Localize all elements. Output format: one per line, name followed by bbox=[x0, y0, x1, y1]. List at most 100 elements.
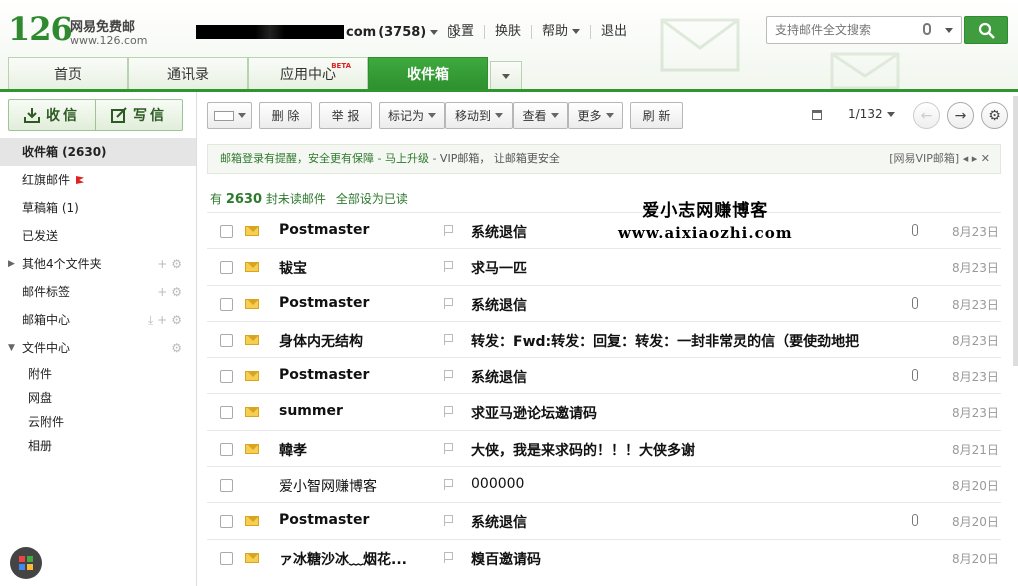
vip-label[interactable]: [网易VIP邮箱] bbox=[889, 152, 959, 165]
mail-sender[interactable]: summer bbox=[279, 403, 343, 419]
mail-subject[interactable]: 大侠，我是来求码的！！！大侠多谢 bbox=[471, 440, 877, 460]
mail-sender[interactable]: Postmaster bbox=[279, 295, 369, 311]
pager-select[interactable]: 1/132 bbox=[848, 107, 895, 121]
expand-down-icon[interactable]: ▼ bbox=[8, 334, 15, 362]
mail-subject[interactable]: 系统退信 bbox=[471, 512, 877, 532]
mail-sender[interactable]: 韨宝 bbox=[279, 258, 307, 278]
mail-row[interactable]: Postmaster 系统退信 8月23日 bbox=[207, 284, 1001, 321]
upgrade-link[interactable]: - 马上升级 bbox=[374, 152, 428, 165]
row-checkbox[interactable] bbox=[220, 479, 233, 493]
tab-app-center[interactable]: 应用中心 BETA bbox=[248, 57, 368, 90]
search-button[interactable] bbox=[964, 16, 1008, 44]
mail-row[interactable]: 韨宝 求马一匹 8月23日 bbox=[207, 248, 1001, 284]
file-center-settings[interactable]: ⚙ bbox=[171, 334, 186, 362]
receive-button[interactable]: 收信 bbox=[9, 100, 95, 130]
mail-subject[interactable]: 000000 bbox=[471, 476, 877, 492]
mail-row[interactable]: 身体内无结构 转发：Fwd:转发：回复：转发：一封非常灵的信（要使劲地把 8月23日 bbox=[207, 320, 1001, 357]
folder-file-center[interactable]: ▼ 文件中心 ⚙ bbox=[0, 334, 196, 362]
row-checkbox[interactable] bbox=[220, 370, 233, 384]
mail-subject[interactable]: 求亚马逊论坛邀请码 bbox=[471, 403, 877, 423]
mail-sender[interactable]: 韓孝 bbox=[279, 440, 307, 460]
mail-sender[interactable]: Postmaster bbox=[279, 512, 369, 528]
folder-other[interactable]: ▶ 其他4个文件夹 +⚙ bbox=[0, 250, 196, 278]
row-checkbox[interactable] bbox=[220, 225, 233, 238]
app-launcher-button[interactable] bbox=[10, 547, 42, 579]
folder-tags[interactable]: 邮件标签 +⚙ bbox=[0, 278, 196, 306]
flag-icon[interactable] bbox=[444, 406, 453, 418]
notice-link[interactable]: 邮箱登录有提醒，安全更有保障 bbox=[220, 152, 374, 165]
row-checkbox[interactable] bbox=[220, 297, 233, 311]
select-all-checkbox[interactable] bbox=[207, 102, 252, 129]
microphone-icon[interactable] bbox=[923, 23, 931, 35]
mail-subject[interactable]: 求马一匹 bbox=[471, 258, 877, 278]
flag-icon[interactable] bbox=[444, 370, 453, 382]
mail-row[interactable]: 韓孝 大侠，我是来求码的！！！大侠多谢 8月21日 bbox=[207, 429, 1001, 466]
flag-icon[interactable] bbox=[444, 297, 453, 309]
tab-contacts[interactable]: 通讯录 bbox=[128, 57, 248, 90]
center-actions[interactable]: ⤓+⚙ bbox=[148, 306, 186, 334]
write-button[interactable]: 写信 bbox=[95, 100, 182, 130]
folder-mail-center[interactable]: 邮箱中心 ⤓+⚙ bbox=[0, 306, 196, 334]
mail-sender[interactable]: 身体内无结构 bbox=[279, 331, 363, 351]
tag-actions[interactable]: +⚙ bbox=[157, 278, 186, 306]
mail-sender[interactable]: Postmaster bbox=[279, 367, 369, 383]
mail-subject[interactable]: 系统退信 bbox=[471, 367, 877, 387]
tab-more-button[interactable] bbox=[490, 61, 522, 90]
mail-row[interactable]: ァ冰糖沙冰﹏烟花... 糗百邀请码 8月20日 bbox=[207, 538, 1001, 575]
row-checkbox[interactable] bbox=[220, 333, 233, 347]
mail-subject[interactable]: 系统退信 bbox=[471, 295, 877, 315]
expand-right-icon[interactable]: ▶ bbox=[8, 250, 15, 278]
flag-icon[interactable] bbox=[444, 551, 453, 563]
search-input[interactable] bbox=[775, 22, 915, 38]
file-albums[interactable]: 相册 bbox=[0, 434, 196, 458]
folder-drafts[interactable]: 草稿箱 (1) bbox=[0, 194, 196, 222]
account-menu[interactable]: com (3758) bbox=[196, 22, 457, 42]
mail-row[interactable]: Postmaster 系统退信 8月23日 bbox=[207, 212, 1001, 248]
row-checkbox[interactable] bbox=[220, 551, 233, 565]
row-checkbox[interactable] bbox=[220, 261, 233, 275]
next-notice-icon[interactable]: ▸ bbox=[972, 152, 981, 165]
logout-link[interactable]: 退出 bbox=[590, 25, 637, 39]
flag-icon[interactable] bbox=[444, 261, 453, 273]
mail-row[interactable]: 爱小智网赚博客 000000 8月20日 bbox=[207, 466, 1001, 502]
mail-row[interactable]: Postmaster 系统退信 8月20日 bbox=[207, 502, 1001, 538]
calendar-icon[interactable] bbox=[812, 110, 822, 120]
flag-icon[interactable] bbox=[444, 225, 453, 236]
mail-subject[interactable]: 糗百邀请码 bbox=[471, 549, 877, 569]
mark-as-button[interactable]: 标记为 bbox=[379, 102, 445, 129]
next-page-button[interactable]: → bbox=[947, 102, 974, 129]
file-attachments[interactable]: 附件 bbox=[0, 362, 196, 386]
view-button[interactable]: 查看 bbox=[513, 102, 568, 129]
mail-row[interactable]: summer 求亚马逊论坛邀请码 8月23日 bbox=[207, 393, 1001, 429]
row-checkbox[interactable] bbox=[220, 406, 233, 420]
flag-icon[interactable] bbox=[444, 515, 453, 527]
mail-subject[interactable]: 转发：Fwd:转发：回复：转发：一封非常灵的信（要使劲地把 bbox=[471, 331, 877, 351]
refresh-button[interactable]: 刷 新 bbox=[630, 102, 683, 129]
move-to-button[interactable]: 移动到 bbox=[445, 102, 513, 129]
flag-icon[interactable] bbox=[444, 442, 453, 454]
scrollbar[interactable] bbox=[1013, 96, 1018, 366]
settings-button[interactable]: ⚙ bbox=[981, 102, 1008, 129]
prev-page-button[interactable]: ← bbox=[913, 102, 940, 129]
row-checkbox[interactable] bbox=[220, 515, 233, 529]
chevron-down-icon[interactable] bbox=[945, 28, 953, 33]
prev-notice-icon[interactable]: ◂ bbox=[959, 152, 972, 165]
mail-sender[interactable]: Postmaster bbox=[279, 222, 369, 238]
mail-sender[interactable]: ァ冰糖沙冰﹏烟花... bbox=[279, 549, 407, 569]
flag-icon[interactable] bbox=[444, 333, 453, 345]
delete-button[interactable]: 删 除 bbox=[259, 102, 312, 129]
skin-link[interactable]: 换肤 bbox=[484, 25, 531, 39]
tab-home[interactable]: 首页 bbox=[8, 57, 128, 90]
mail-sender[interactable]: 爱小智网赚博客 bbox=[279, 476, 377, 496]
tab-inbox[interactable]: 收件箱 bbox=[368, 57, 488, 90]
folder-flagged[interactable]: 红旗邮件 bbox=[0, 166, 196, 194]
report-button[interactable]: 举 报 bbox=[319, 102, 372, 129]
folder-actions[interactable]: +⚙ bbox=[157, 250, 186, 278]
settings-link[interactable]: 设置 bbox=[434, 25, 484, 39]
mark-all-read-link[interactable]: 全部设为已读 bbox=[336, 192, 408, 206]
folder-inbox[interactable]: 收件箱 (2630) bbox=[0, 138, 196, 166]
more-button[interactable]: 更多 bbox=[568, 102, 623, 129]
folder-sent[interactable]: 已发送 bbox=[0, 222, 196, 250]
mail-row[interactable]: Postmaster 系统退信 8月23日 bbox=[207, 357, 1001, 393]
file-cloud-attachments[interactable]: 云附件 bbox=[0, 410, 196, 434]
